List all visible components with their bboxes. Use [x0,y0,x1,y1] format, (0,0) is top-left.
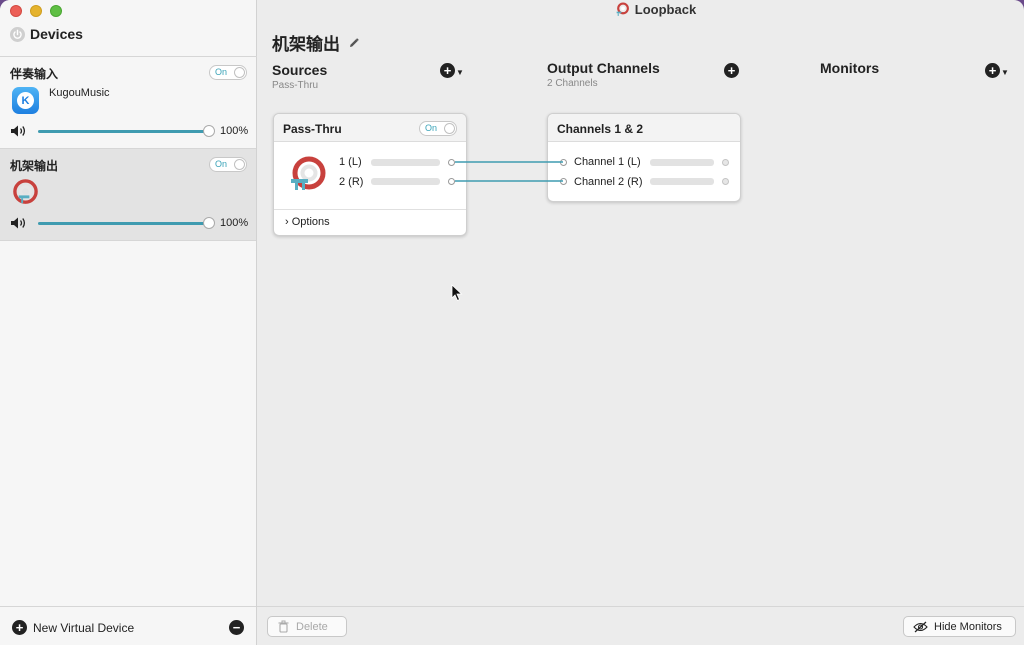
volume-slider-knob[interactable] [203,217,215,229]
zoom-button[interactable] [50,5,62,17]
bottom-toolbar: Delete Hide Monitors [257,606,1024,645]
device-item-rack-output[interactable]: 机架输出 On 100% [0,149,256,241]
eye-slash-icon [913,621,928,632]
toggle-knob [234,67,245,78]
plus-circle-icon: + [12,620,27,635]
device-name: 伴奏输入 [10,67,59,81]
power-icon [10,26,25,42]
minimize-button[interactable] [30,5,42,17]
volume-slider-knob[interactable] [203,125,215,137]
volume-value: 100% [220,217,249,229]
volume-row: 100% [10,216,250,230]
delete-label: Delete [296,620,328,633]
device-name: 机架输出 [10,159,59,173]
loopback-icon [13,179,38,204]
speaker-icon [11,217,26,229]
device-toggle[interactable]: On [209,157,247,172]
speaker-icon [11,125,26,137]
mouse-cursor [451,284,463,302]
source-app-label: KugouMusic [49,87,110,99]
toggle-label: On [215,159,228,169]
new-virtual-device-button[interactable]: + New Virtual Device [12,620,134,635]
remove-device-button[interactable]: − [229,620,244,635]
sidebar-header: Devices [10,26,83,42]
kugou-app-icon: K [12,87,39,114]
connection-wires [455,161,563,182]
volume-row: 100% [10,124,250,138]
sidebar-footer: + New Virtual Device − [0,606,256,645]
sidebar-title: Devices [30,26,83,42]
trash-icon [278,620,289,633]
sidebar: Devices 伴奏输入 On K KugouMusic 100% 机架输出 O… [0,0,257,645]
volume-slider[interactable] [38,130,210,133]
device-toggle[interactable]: On [209,65,247,80]
delete-button[interactable]: Delete [267,616,347,637]
close-button[interactable] [10,5,22,17]
app-window: Devices 伴奏输入 On K KugouMusic 100% 机架输出 O… [0,0,1024,645]
toggle-label: On [215,67,228,77]
hide-monitors-button[interactable]: Hide Monitors [903,616,1016,637]
hide-monitors-label: Hide Monitors [934,620,1002,633]
volume-slider[interactable] [38,222,210,225]
volume-value: 100% [220,125,249,137]
toggle-knob [234,159,245,170]
main-panel: Loopback 机架输出 Sources Pass-Thru + ▼ Outp… [257,0,1024,645]
device-item-accompaniment-input[interactable]: 伴奏输入 On K KugouMusic 100% [0,57,256,149]
new-virtual-device-label: New Virtual Device [33,620,135,635]
window-controls [10,5,62,17]
